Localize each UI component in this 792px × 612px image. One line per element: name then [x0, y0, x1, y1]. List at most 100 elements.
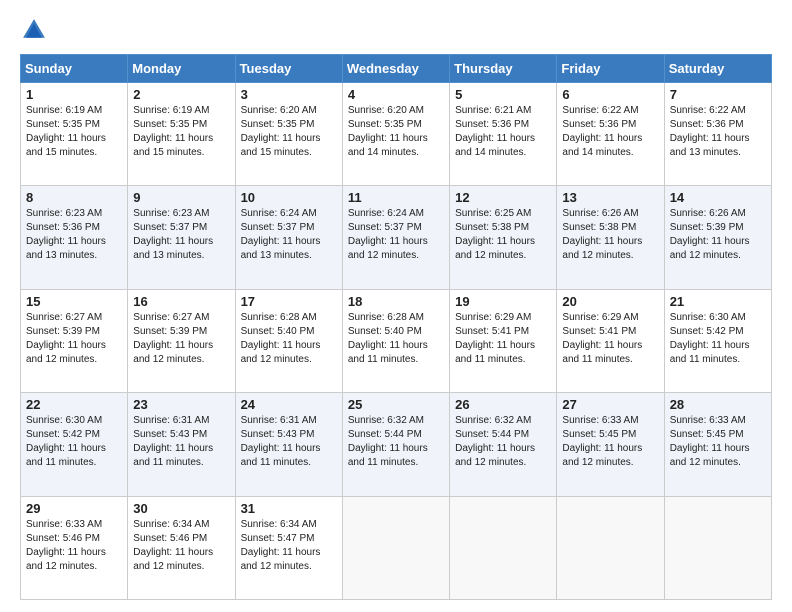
calendar-week-row-1: 1Sunrise: 6:19 AMSunset: 5:35 PMDaylight…	[21, 83, 772, 186]
calendar-cell: 2Sunrise: 6:19 AMSunset: 5:35 PMDaylight…	[128, 83, 235, 186]
cell-info: Sunrise: 6:31 AMSunset: 5:43 PMDaylight:…	[133, 414, 229, 470]
day-number: 28	[670, 397, 766, 412]
day-number: 27	[562, 397, 658, 412]
cell-info: Sunrise: 6:34 AMSunset: 5:47 PMDaylight:…	[241, 518, 337, 574]
calendar-cell: 23 Sunrise: 6:31 AMSunset: 5:43 PMDayligh…	[128, 393, 235, 496]
cell-info: Sunrise: 6:26 AMSunset: 5:39 PMDaylight:…	[670, 207, 766, 263]
cell-info: Sunrise: 6:33 AMSunset: 5:45 PMDaylight:…	[562, 414, 658, 470]
day-number: 21	[670, 294, 766, 309]
weekday-header-thursday: Thursday	[450, 55, 557, 83]
calendar-table: SundayMondayTuesdayWednesdayThursdayFrid…	[20, 54, 772, 600]
logo-icon	[20, 16, 48, 44]
calendar-cell: 15Sunrise: 6:27 AMSunset: 5:39 PMDayligh…	[21, 289, 128, 392]
calendar-week-row-4: 22 Sunrise: 6:30 AMSunset: 5:42 PMDayligh…	[21, 393, 772, 496]
cell-info: Sunrise: 6:27 AMSunset: 5:39 PMDaylight:…	[26, 311, 122, 367]
cell-info: Sunrise: 6:31 AMSunset: 5:43 PMDaylight:…	[241, 414, 337, 470]
day-number: 22	[26, 397, 122, 412]
calendar-cell: 18 Sunrise: 6:28 AMSunset: 5:40 PMDayligh…	[342, 289, 449, 392]
calendar-cell: 19 Sunrise: 6:29 AMSunset: 5:41 PMDayligh…	[450, 289, 557, 392]
cell-info: Sunrise: 6:30 AMSunset: 5:42 PMDaylight:…	[26, 414, 122, 470]
calendar-cell: 26Sunrise: 6:32 AMSunset: 5:44 PMDayligh…	[450, 393, 557, 496]
calendar-cell: 4 Sunrise: 6:20 AMSunset: 5:35 PMDaylight…	[342, 83, 449, 186]
calendar-cell: 14 Sunrise: 6:26 AMSunset: 5:39 PMDayligh…	[664, 186, 771, 289]
cell-info: Sunrise: 6:23 AMSunset: 5:36 PMDaylight:…	[26, 207, 122, 263]
cell-info: Sunrise: 6:28 AMSunset: 5:40 PMDaylight:…	[348, 311, 444, 367]
day-number: 5	[455, 87, 551, 102]
calendar-cell: 11 Sunrise: 6:24 AMSunset: 5:37 PMDayligh…	[342, 186, 449, 289]
weekday-header-wednesday: Wednesday	[342, 55, 449, 83]
day-number: 2	[133, 87, 229, 102]
cell-info: Sunrise: 6:33 AMSunset: 5:45 PMDaylight:…	[670, 414, 766, 470]
calendar-cell: 13 Sunrise: 6:26 AMSunset: 5:38 PMDayligh…	[557, 186, 664, 289]
calendar-cell: 27 Sunrise: 6:33 AMSunset: 5:45 PMDayligh…	[557, 393, 664, 496]
calendar-cell: 1Sunrise: 6:19 AMSunset: 5:35 PMDaylight…	[21, 83, 128, 186]
calendar-cell: 17 Sunrise: 6:28 AMSunset: 5:40 PMDayligh…	[235, 289, 342, 392]
day-number: 4	[348, 87, 444, 102]
cell-info: Sunrise: 6:25 AMSunset: 5:38 PMDaylight:…	[455, 207, 551, 263]
header	[20, 16, 772, 44]
cell-info: Sunrise: 6:29 AMSunset: 5:41 PMDaylight:…	[562, 311, 658, 367]
calendar-cell: 21 Sunrise: 6:30 AMSunset: 5:42 PMDayligh…	[664, 289, 771, 392]
day-number: 29	[26, 501, 122, 516]
calendar-cell: 24 Sunrise: 6:31 AMSunset: 5:43 PMDayligh…	[235, 393, 342, 496]
day-number: 25	[348, 397, 444, 412]
calendar-cell: 30 Sunrise: 6:34 AMSunset: 5:46 PMDayligh…	[128, 496, 235, 599]
cell-info: Sunrise: 6:29 AMSunset: 5:41 PMDaylight:…	[455, 311, 551, 367]
cell-info: Sunrise: 6:22 AMSunset: 5:36 PMDaylight:…	[562, 104, 658, 160]
page: SundayMondayTuesdayWednesdayThursdayFrid…	[0, 0, 792, 612]
cell-info: Sunrise: 6:24 AMSunset: 5:37 PMDaylight:…	[348, 207, 444, 263]
weekday-header-sunday: Sunday	[21, 55, 128, 83]
day-number: 24	[241, 397, 337, 412]
cell-info: Sunrise: 6:30 AMSunset: 5:42 PMDaylight:…	[670, 311, 766, 367]
calendar-week-row-5: 29 Sunrise: 6:33 AMSunset: 5:46 PMDayligh…	[21, 496, 772, 599]
logo	[20, 16, 52, 44]
day-number: 3	[241, 87, 337, 102]
cell-info: Sunrise: 6:20 AMSunset: 5:35 PMDaylight:…	[241, 104, 337, 160]
day-number: 1	[26, 87, 122, 102]
weekday-header-saturday: Saturday	[664, 55, 771, 83]
calendar-cell: 3 Sunrise: 6:20 AMSunset: 5:35 PMDaylight…	[235, 83, 342, 186]
cell-info: Sunrise: 6:23 AMSunset: 5:37 PMDaylight:…	[133, 207, 229, 263]
calendar-cell: 16 Sunrise: 6:27 AMSunset: 5:39 PMDayligh…	[128, 289, 235, 392]
cell-info: Sunrise: 6:28 AMSunset: 5:40 PMDaylight:…	[241, 311, 337, 367]
calendar-cell	[557, 496, 664, 599]
day-number: 10	[241, 190, 337, 205]
cell-info: Sunrise: 6:33 AMSunset: 5:46 PMDaylight:…	[26, 518, 122, 574]
cell-info: Sunrise: 6:26 AMSunset: 5:38 PMDaylight:…	[562, 207, 658, 263]
weekday-header-friday: Friday	[557, 55, 664, 83]
calendar-cell: 29 Sunrise: 6:33 AMSunset: 5:46 PMDayligh…	[21, 496, 128, 599]
day-number: 23	[133, 397, 229, 412]
cell-info: Sunrise: 6:24 AMSunset: 5:37 PMDaylight:…	[241, 207, 337, 263]
calendar-cell: 12 Sunrise: 6:25 AMSunset: 5:38 PMDayligh…	[450, 186, 557, 289]
day-number: 19	[455, 294, 551, 309]
cell-info: Sunrise: 6:32 AMSunset: 5:44 PMDaylight:…	[455, 414, 551, 470]
calendar-cell	[342, 496, 449, 599]
calendar-cell: 6Sunrise: 6:22 AMSunset: 5:36 PMDaylight…	[557, 83, 664, 186]
day-number: 14	[670, 190, 766, 205]
day-number: 12	[455, 190, 551, 205]
calendar-cell: 20 Sunrise: 6:29 AMSunset: 5:41 PMDayligh…	[557, 289, 664, 392]
day-number: 18	[348, 294, 444, 309]
day-number: 11	[348, 190, 444, 205]
calendar-cell: 25 Sunrise: 6:32 AMSunset: 5:44 PMDayligh…	[342, 393, 449, 496]
calendar-cell: 9 Sunrise: 6:23 AMSunset: 5:37 PMDaylight…	[128, 186, 235, 289]
calendar-cell: 31Sunrise: 6:34 AMSunset: 5:47 PMDayligh…	[235, 496, 342, 599]
day-number: 17	[241, 294, 337, 309]
cell-info: Sunrise: 6:20 AMSunset: 5:35 PMDaylight:…	[348, 104, 444, 160]
calendar-cell: 10 Sunrise: 6:24 AMSunset: 5:37 PMDayligh…	[235, 186, 342, 289]
day-number: 8	[26, 190, 122, 205]
calendar-week-row-3: 15Sunrise: 6:27 AMSunset: 5:39 PMDayligh…	[21, 289, 772, 392]
calendar-cell: 5Sunrise: 6:21 AMSunset: 5:36 PMDaylight…	[450, 83, 557, 186]
cell-info: Sunrise: 6:22 AMSunset: 5:36 PMDaylight:…	[670, 104, 766, 160]
calendar-week-row-2: 8 Sunrise: 6:23 AMSunset: 5:36 PMDaylight…	[21, 186, 772, 289]
cell-info: Sunrise: 6:27 AMSunset: 5:39 PMDaylight:…	[133, 311, 229, 367]
cell-info: Sunrise: 6:32 AMSunset: 5:44 PMDaylight:…	[348, 414, 444, 470]
day-number: 16	[133, 294, 229, 309]
calendar-cell: 22 Sunrise: 6:30 AMSunset: 5:42 PMDayligh…	[21, 393, 128, 496]
calendar-cell	[664, 496, 771, 599]
day-number: 9	[133, 190, 229, 205]
day-number: 20	[562, 294, 658, 309]
day-number: 13	[562, 190, 658, 205]
day-number: 30	[133, 501, 229, 516]
cell-info: Sunrise: 6:34 AMSunset: 5:46 PMDaylight:…	[133, 518, 229, 574]
